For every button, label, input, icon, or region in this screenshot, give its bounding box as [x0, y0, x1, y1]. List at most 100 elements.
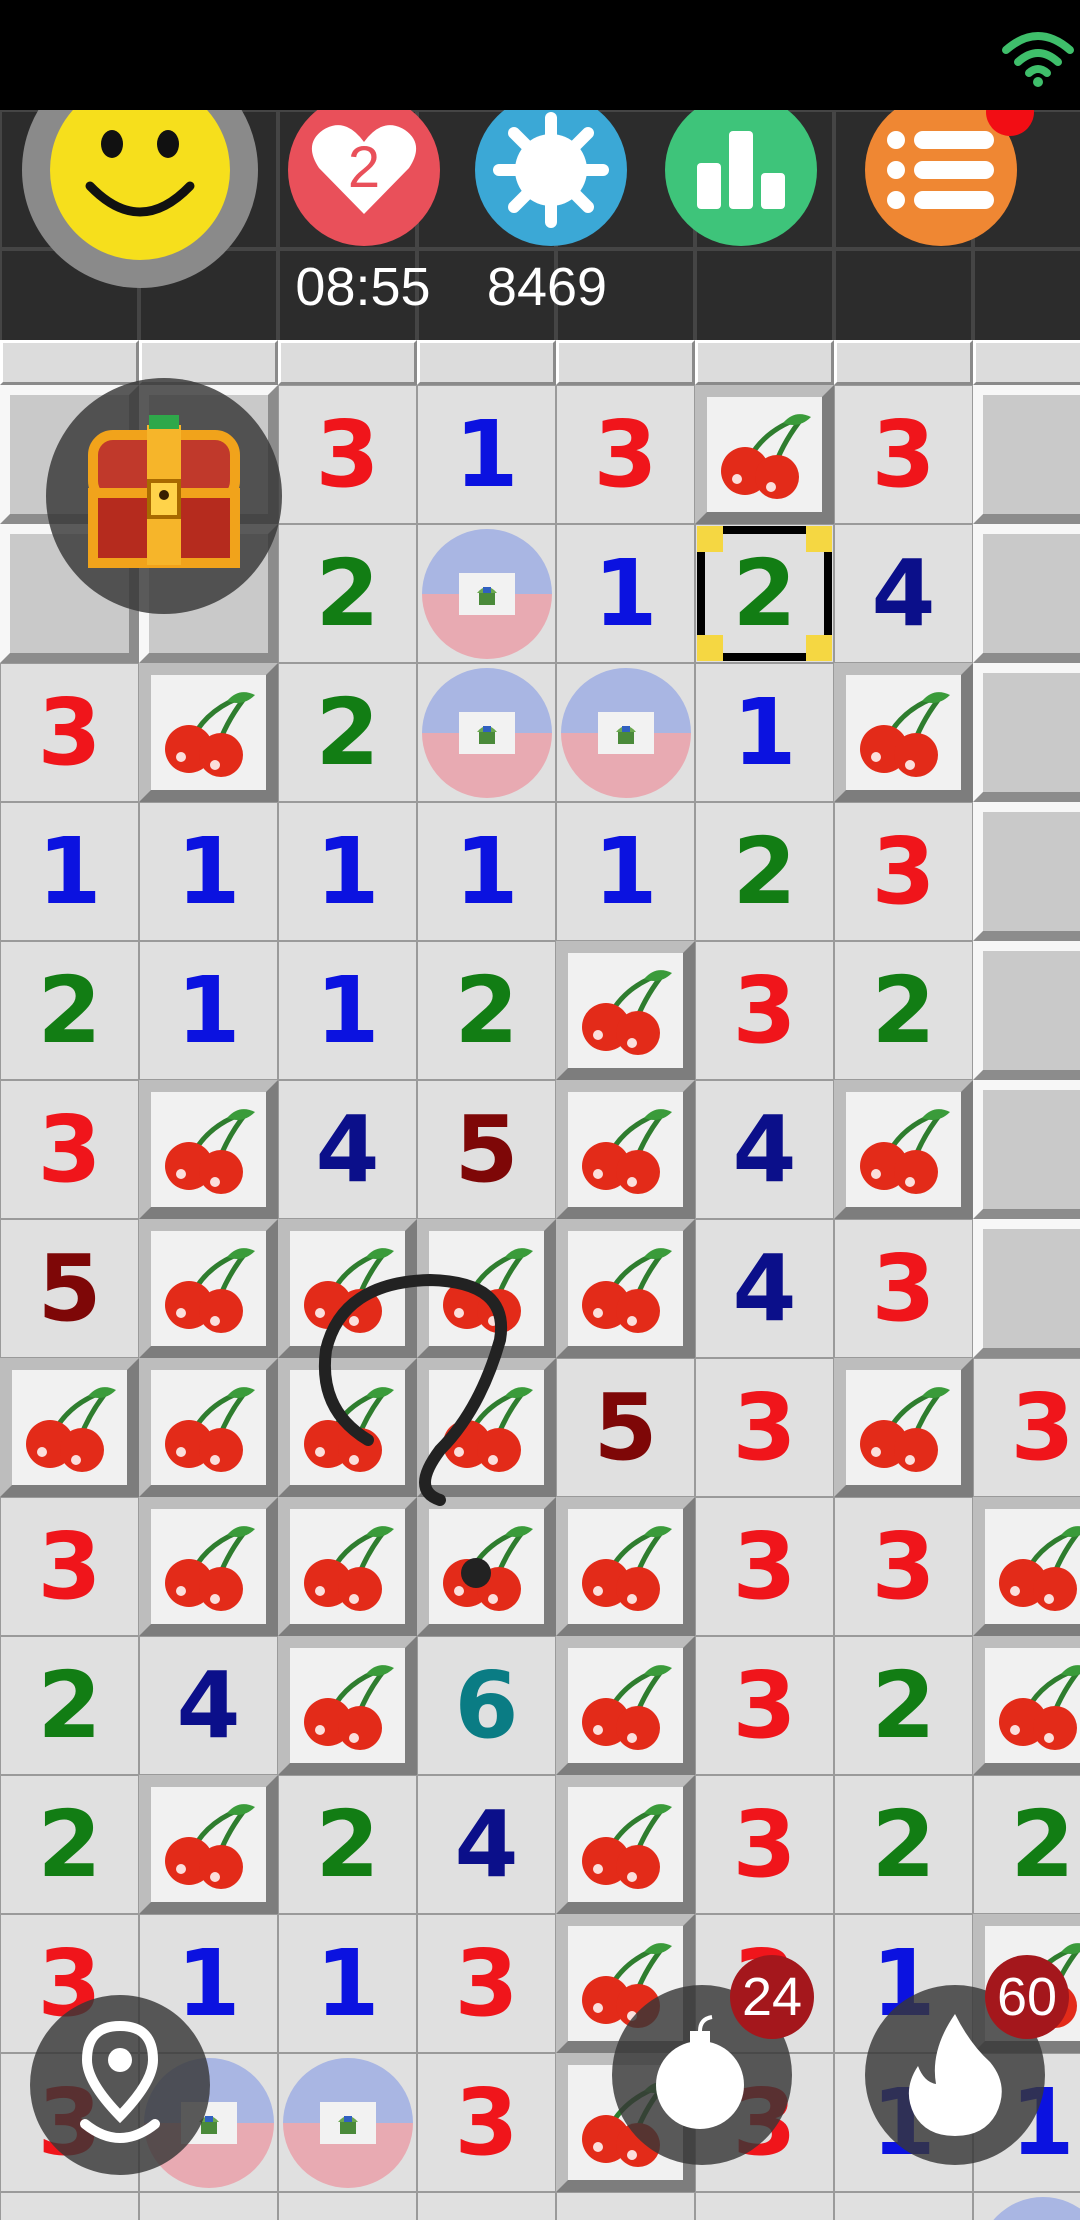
cherry-cell[interactable]: [139, 1080, 278, 1219]
number-cell[interactable]: 5: [556, 1358, 695, 1497]
number-cell[interactable]: 1: [556, 2192, 695, 2220]
cell-number: 3: [871, 817, 936, 925]
number-cell[interactable]: 5: [417, 1080, 556, 1219]
number-cell[interactable]: 1: [417, 385, 556, 524]
number-cell[interactable]: 1: [695, 663, 834, 802]
cherry-cell[interactable]: [139, 663, 278, 802]
number-cell[interactable]: 2: [0, 941, 139, 1080]
number-cell[interactable]: 3: [834, 385, 973, 524]
cherry-cell[interactable]: [556, 1497, 695, 1636]
cherry-cell[interactable]: [695, 385, 834, 524]
empty-cell[interactable]: [278, 2192, 417, 2220]
cherry-cell[interactable]: [834, 663, 973, 802]
number-cell[interactable]: 1: [139, 2192, 278, 2220]
number-cell[interactable]: 3: [834, 802, 973, 941]
number-cell[interactable]: 2: [417, 2192, 556, 2220]
number-cell[interactable]: 3: [973, 1358, 1080, 1497]
number-cell[interactable]: 1: [139, 802, 278, 941]
number-cell[interactable]: 1: [0, 802, 139, 941]
number-cell[interactable]: 3: [0, 1497, 139, 1636]
number-cell[interactable]: 2: [278, 663, 417, 802]
number-cell[interactable]: 1: [278, 941, 417, 1080]
number-cell[interactable]: 4: [417, 1775, 556, 1914]
number-cell[interactable]: 2: [417, 941, 556, 1080]
cherry-cell[interactable]: [973, 1636, 1080, 1775]
number-cell[interactable]: 2: [695, 2192, 834, 2220]
number-cell[interactable]: 5: [0, 1219, 139, 1358]
number-cell[interactable]: 3: [417, 1914, 556, 2053]
number-cell[interactable]: 1: [0, 2192, 139, 2220]
cell-number: 2: [732, 817, 797, 925]
number-cell[interactable]: 3: [556, 385, 695, 524]
cherry-cell[interactable]: [973, 1497, 1080, 1636]
number-cell[interactable]: 2: [695, 802, 834, 941]
covered-cell[interactable]: [973, 524, 1080, 663]
cherry-cell[interactable]: [834, 1358, 973, 1497]
number-cell[interactable]: 2: [0, 1636, 139, 1775]
cherry-cell[interactable]: [278, 1636, 417, 1775]
covered-cell[interactable]: [973, 1219, 1080, 1358]
cherry-cell[interactable]: [556, 1080, 695, 1219]
number-cell[interactable]: 4: [695, 1219, 834, 1358]
number-cell[interactable]: 4: [834, 524, 973, 663]
location-button[interactable]: [30, 1995, 210, 2175]
cell-number: 3: [732, 1651, 797, 1759]
cherry-cell[interactable]: [0, 1358, 139, 1497]
flagged-cell[interactable]: [556, 663, 695, 802]
number-cell[interactable]: 3: [834, 1219, 973, 1358]
cherry-icon: [581, 1247, 672, 1333]
number-cell[interactable]: 1: [556, 524, 695, 663]
covered-cell[interactable]: [973, 941, 1080, 1080]
number-cell[interactable]: 3: [695, 1636, 834, 1775]
cell-number: 1: [37, 2215, 101, 2220]
cherry-cell[interactable]: [556, 1219, 695, 1358]
mine-button[interactable]: [475, 110, 627, 246]
number-cell[interactable]: 2: [973, 1775, 1080, 1914]
cherry-cell[interactable]: [139, 1219, 278, 1358]
cherry-cell[interactable]: [139, 1775, 278, 1914]
fire-count-badge: 60: [985, 1955, 1069, 2039]
covered-cell[interactable]: [973, 1080, 1080, 1219]
cherry-cell[interactable]: [556, 941, 695, 1080]
covered-cell[interactable]: [973, 663, 1080, 802]
number-cell[interactable]: 3: [278, 385, 417, 524]
number-cell[interactable]: 3: [0, 1080, 139, 1219]
number-cell[interactable]: 3: [695, 1358, 834, 1497]
covered-cell[interactable]: [973, 385, 1080, 524]
number-cell[interactable]: 1: [417, 802, 556, 941]
flagged-cell[interactable]: [278, 2053, 417, 2192]
number-cell[interactable]: 4: [695, 1080, 834, 1219]
treasure-chest-button[interactable]: [46, 378, 282, 614]
number-cell[interactable]: 2: [278, 1775, 417, 1914]
flagged-cell[interactable]: [973, 2192, 1080, 2220]
number-cell[interactable]: 1: [278, 802, 417, 941]
number-cell[interactable]: 1: [278, 1914, 417, 2053]
number-cell[interactable]: 4: [139, 1636, 278, 1775]
number-cell[interactable]: 2: [834, 941, 973, 1080]
number-cell[interactable]: 2: [834, 1636, 973, 1775]
number-cell[interactable]: 1: [139, 941, 278, 1080]
cherry-cell[interactable]: [556, 1636, 695, 1775]
number-cell[interactable]: 3: [0, 663, 139, 802]
number-cell[interactable]: 3: [695, 1497, 834, 1636]
number-cell[interactable]: 3: [695, 941, 834, 1080]
number-cell[interactable]: 2: [834, 1775, 973, 1914]
cherry-cell[interactable]: [556, 1775, 695, 1914]
flagged-cell[interactable]: [417, 663, 556, 802]
cherry-cell[interactable]: [834, 1080, 973, 1219]
number-cell[interactable]: 3: [834, 1497, 973, 1636]
number-cell[interactable]: 2: [278, 524, 417, 663]
number-cell[interactable]: 2: [0, 1775, 139, 1914]
cherry-cell[interactable]: [139, 1497, 278, 1636]
number-cell[interactable]: 1: [834, 2192, 973, 2220]
number-cell[interactable]: 3: [417, 2053, 556, 2192]
flagged-cell[interactable]: [417, 524, 556, 663]
number-cell[interactable]: 6: [417, 1636, 556, 1775]
covered-cell[interactable]: [973, 802, 1080, 941]
score: 8469: [486, 257, 608, 317]
number-cell[interactable]: 1: [556, 802, 695, 941]
number-cell[interactable]: 3: [695, 1775, 834, 1914]
cherry-cell[interactable]: [139, 1358, 278, 1497]
number-cell[interactable]: 4: [278, 1080, 417, 1219]
smiley-face-button[interactable]: [22, 110, 258, 288]
